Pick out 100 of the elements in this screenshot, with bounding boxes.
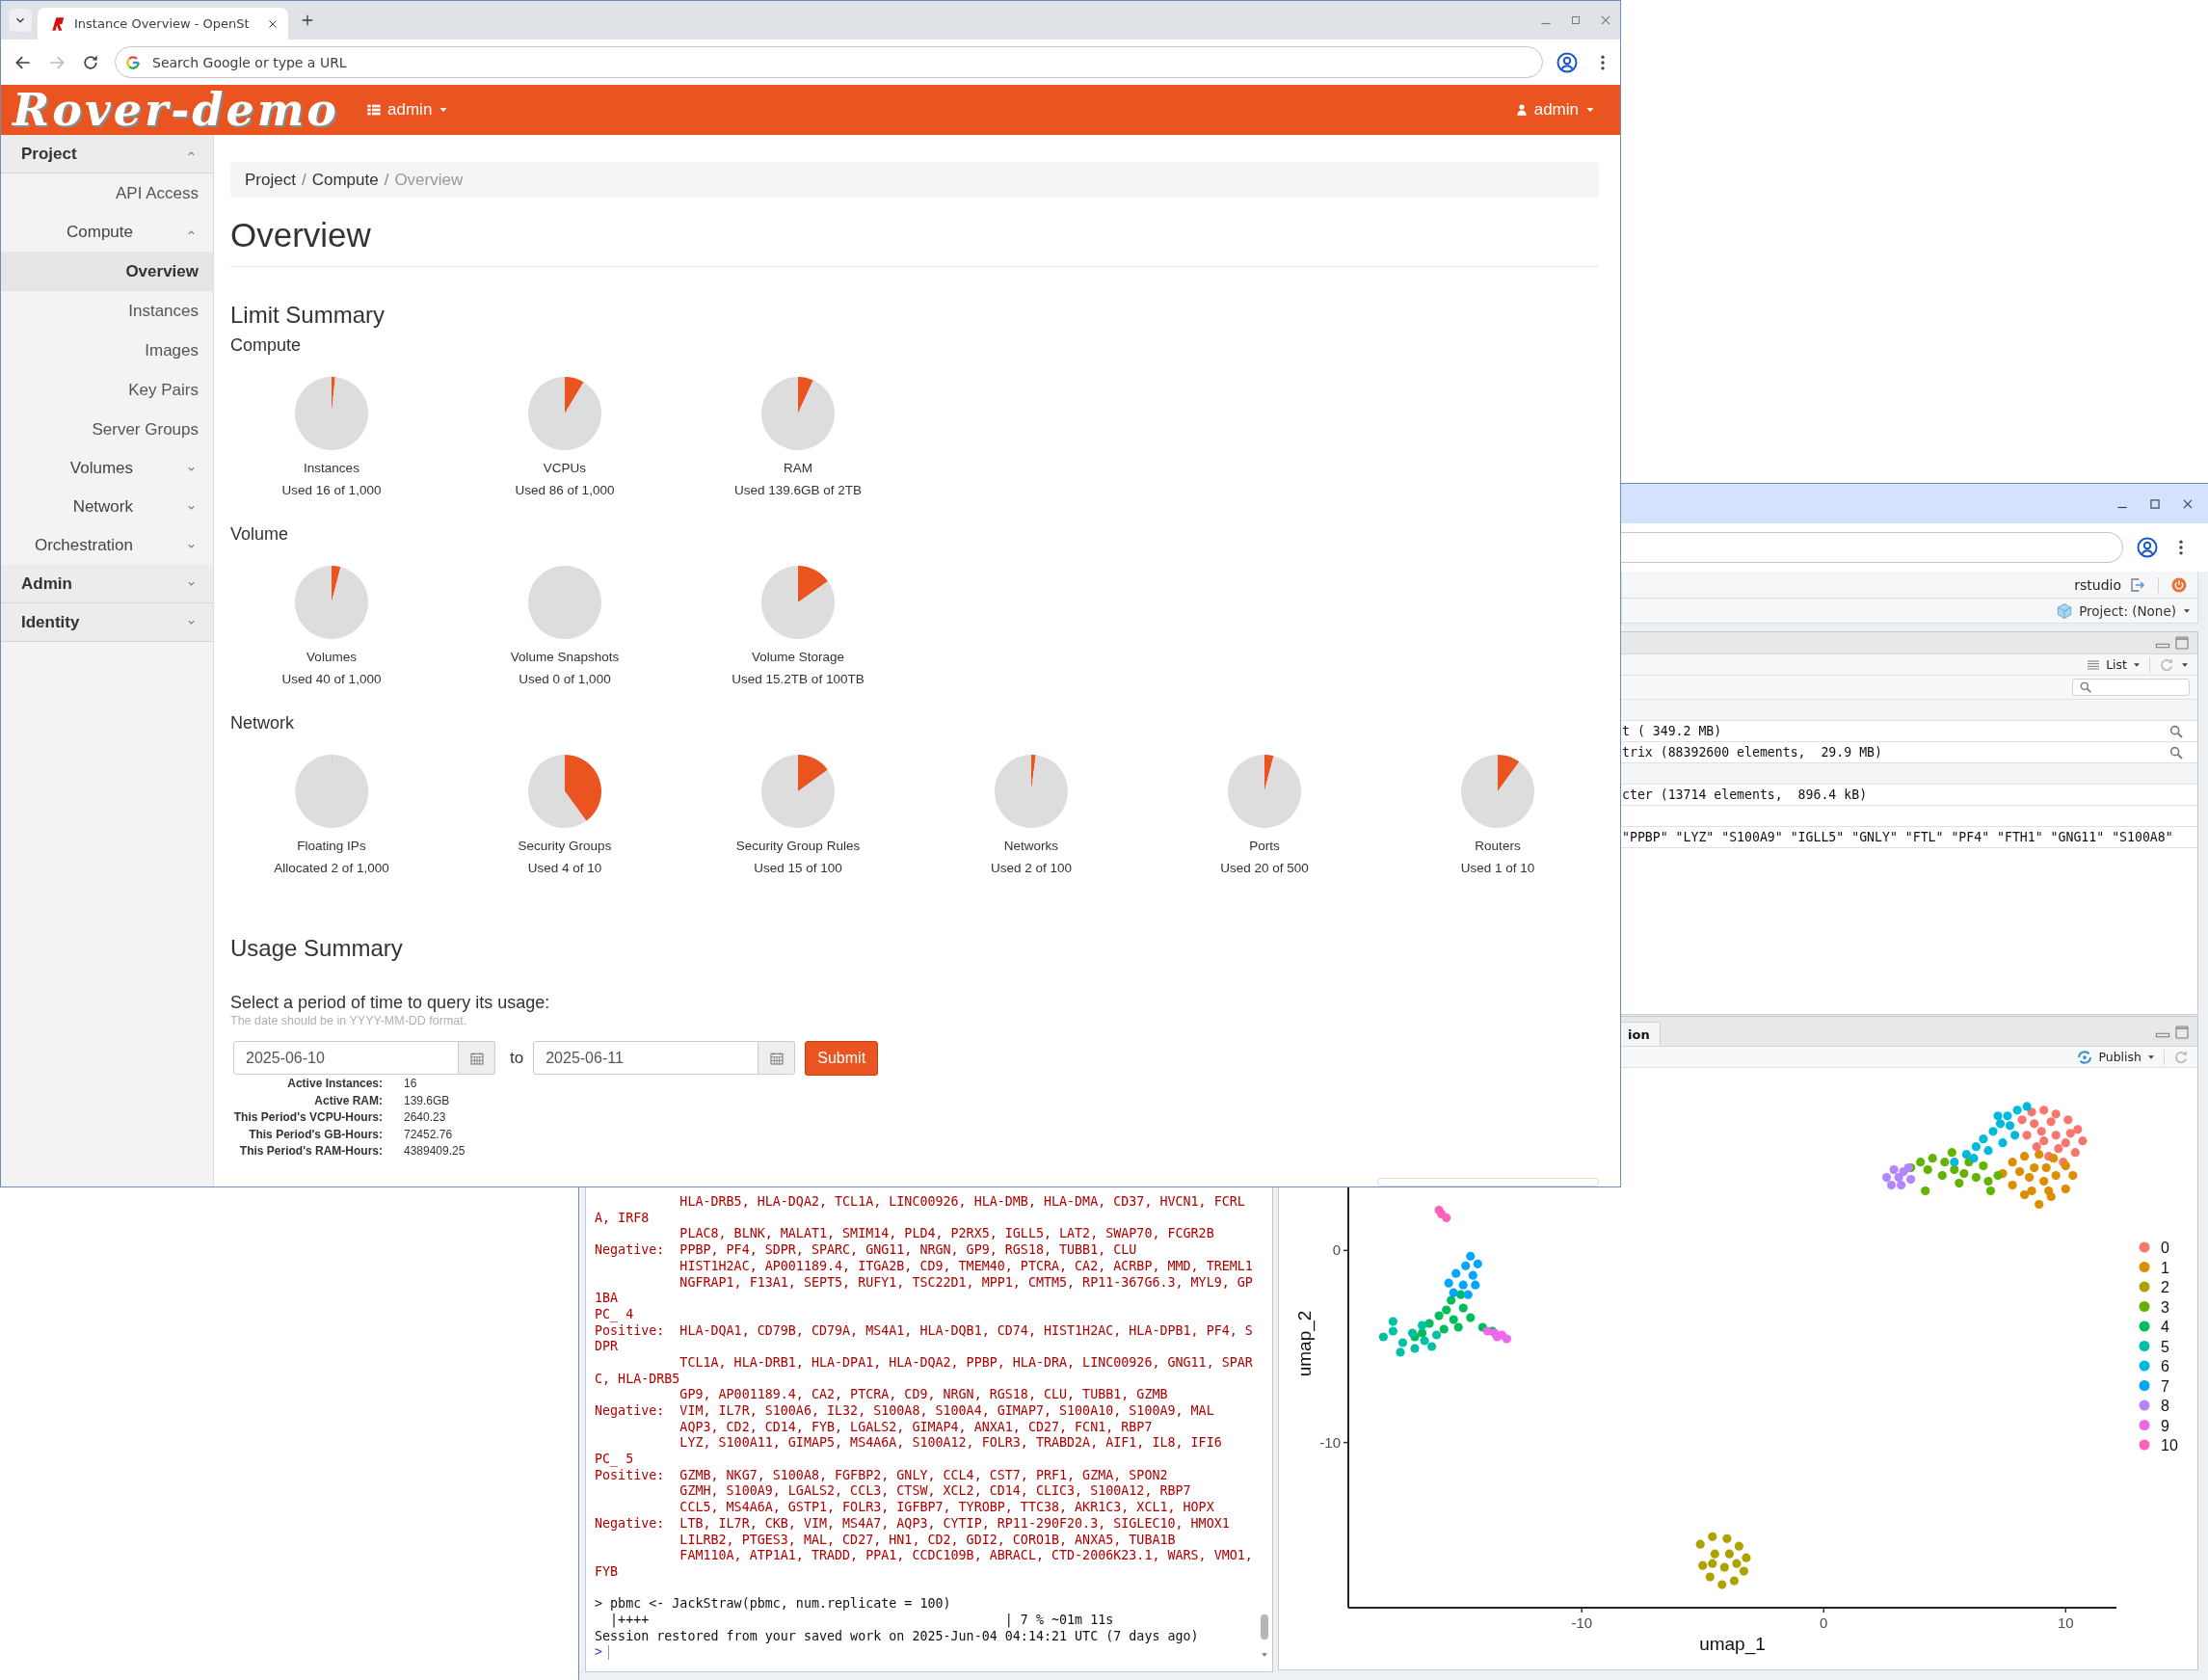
- meter-usage: Used 86 of 1,000: [515, 483, 615, 498]
- axis-title: umap_2: [1294, 1310, 1315, 1377]
- stat-label: This Period's VCPU-Hours:: [232, 1109, 383, 1126]
- console-line: NGFRAP1, F13A1, SEPT5, RUFY1, TSC22D1, MPP1, CMTM5, RP11-367G6.3, MYL9, GP: [678, 1274, 1254, 1292]
- inspect-icon[interactable]: [2168, 744, 2184, 760]
- meter-label: Volumes: [306, 650, 357, 665]
- maximize-pane-icon[interactable]: [2174, 635, 2190, 651]
- console-line: FAM110A, ATP1A1, TRADD, PPA1, CCDC109B, ABRACL, CTD-2006K23.1, WARS, VMO1,: [678, 1548, 1254, 1564]
- favicon-icon: [51, 15, 67, 32]
- meter-usage: Used 139.6GB of 2TB: [733, 483, 863, 498]
- search-field[interactable]: [2072, 679, 2190, 696]
- group-heading: Network: [230, 712, 295, 733]
- axis-tick-label: 0: [1820, 1614, 1828, 1631]
- prompt-symbol: >: [595, 1644, 603, 1661]
- date-field[interactable]: 2025-06-11: [533, 1041, 759, 1075]
- sidebar-group[interactable]: Volumes: [1, 449, 213, 488]
- search-icon: [2079, 680, 2092, 694]
- variable-summary: cter (13714 elements, 896.4 kB): [1622, 787, 1869, 802]
- close-icon[interactable]: [267, 17, 279, 30]
- project-menu[interactable]: admin: [366, 100, 450, 120]
- cube-icon: [2056, 601, 2074, 620]
- meter-label: Security Groups: [518, 839, 612, 854]
- date-field[interactable]: 2025-06-10: [233, 1041, 459, 1075]
- stat-value: 139.6GB: [404, 1092, 451, 1109]
- stat-value: 4389409.25: [404, 1143, 466, 1160]
- console-line: HIST1H2AC, AP001189.4, ITGA2B, CD9, TMEM40, PTCRA, CA2, ACRBP, MMD, TREML1: [678, 1258, 1254, 1275]
- sidebar-section[interactable]: Identity: [1, 603, 213, 642]
- legend-label: 6: [2161, 1358, 2169, 1374]
- sidebar-group[interactable]: Orchestration: [1, 526, 213, 565]
- new-tab-icon[interactable]: [300, 13, 315, 28]
- browser-tab[interactable]: Instance Overview - OpenSt: [38, 8, 288, 40]
- sidebar-group[interactable]: Network: [1, 488, 213, 526]
- meter-usage: Used 15.2TB of 100TB: [732, 672, 865, 687]
- calendar-button[interactable]: [459, 1041, 495, 1075]
- console-line: AQP3, CD2, CD14, FYB, LGALS2, GIMAP4, ANXA1, CD27, FCN1, RBP7: [678, 1419, 1154, 1436]
- maximize-icon[interactable]: [1570, 14, 1582, 26]
- sidebar-group[interactable]: Compute: [1, 213, 213, 252]
- legend-label: 0: [2161, 1240, 2169, 1256]
- form-label: Select a period of time to query its usage:: [230, 992, 551, 1013]
- legend-label: 8: [2161, 1398, 2169, 1414]
- axis-tick-label: -10: [1571, 1614, 1593, 1631]
- console-line: HLA-DRB5, HLA-DQA2, TCL1A, LINC00926, HLA-DMB, HLA-DMA, CD37, HVCN1, FCRL: [678, 1194, 1246, 1211]
- publish-button[interactable]: Publish: [2076, 1048, 2156, 1066]
- meter-label: Instances: [304, 461, 359, 476]
- meter-label: VCPUs: [543, 461, 587, 476]
- console-line: GZMH, S100A9, LGALS2, CCL3, CTSW, XCL2, CD14, CLIC3, S100A12, RBP7: [678, 1483, 1192, 1501]
- user-menu[interactable]: admin: [1514, 100, 1596, 120]
- stat-label: Active RAM:: [313, 1092, 383, 1109]
- maximize-pane-icon[interactable]: [2174, 1025, 2190, 1040]
- legend-label: 1: [2161, 1259, 2169, 1276]
- variable-summary: trix (88392600 elements, 29.9 MB): [1622, 745, 1883, 760]
- account-icon[interactable]: [1556, 50, 1579, 74]
- stat-value: 72452.76: [404, 1126, 454, 1143]
- legend-label: 10: [2161, 1437, 2178, 1453]
- calendar-button[interactable]: [758, 1041, 796, 1075]
- sidebar-section[interactable]: Project: [1, 135, 213, 173]
- console-line: Session restored from your saved work on 2025-Jun-04 04:14:21 UTC (7 days ago): [595, 1628, 1200, 1645]
- pane-tab[interactable]: ion: [1621, 1022, 1661, 1046]
- publish-icon: [2076, 1048, 2094, 1066]
- account-icon[interactable]: [2136, 536, 2159, 559]
- submit-button[interactable]: Submit: [805, 1040, 879, 1076]
- console-line: Negative: VIM, IL7R, S100A6, IL32, S100A8, S100A4, GIMAP7, S100A10, S100A9, MAL: [595, 1403, 1215, 1420]
- meter-label: Volume Snapshots: [510, 650, 620, 665]
- console-line: DPR: [595, 1339, 620, 1355]
- stat-value: 2640.23: [404, 1109, 447, 1126]
- logo[interactable]: Rover-demo: [13, 85, 340, 135]
- legend-label: 9: [2161, 1417, 2169, 1434]
- sidebar-item[interactable]: Instances: [1, 291, 213, 331]
- breadcrumb-link[interactable]: Compute: [311, 170, 379, 190]
- multicolor-g-icon: [124, 53, 142, 71]
- sign-out-icon[interactable]: [2129, 575, 2146, 594]
- power-icon[interactable]: [2170, 575, 2188, 594]
- stat-label: Active Instances:: [286, 1076, 383, 1092]
- sidebar-item[interactable]: Server Groups: [1, 410, 213, 449]
- sidebar-item[interactable]: Overview: [1, 252, 213, 291]
- sidebar-item[interactable]: API Access: [1, 173, 213, 213]
- project-menu[interactable]: Project: (None): [2056, 601, 2192, 620]
- sidebar-item[interactable]: Key Pairs: [1, 370, 213, 410]
- sidebar-item[interactable]: Images: [1, 331, 213, 370]
- maximize-icon[interactable]: [2148, 496, 2162, 511]
- view-menu[interactable]: List: [2086, 656, 2141, 673]
- meter-label: Ports: [1249, 839, 1280, 854]
- console-line: C, HLA-DRB5: [595, 1371, 681, 1388]
- sidebar-section[interactable]: Admin: [1, 565, 213, 603]
- console-line: 1BA: [595, 1291, 620, 1307]
- breadcrumb-separator: /: [301, 170, 306, 190]
- console-line: CCL5, MS4A6A, GSTP1, FOLR3, IGFBP7, TYROBP, TTC38, AKR1C3, XCL1, HOPX: [678, 1500, 1215, 1516]
- breadcrumb-link[interactable]: Project: [245, 170, 296, 190]
- scrollbar-thumb[interactable]: [1261, 1614, 1268, 1640]
- calendar-icon: [768, 1050, 785, 1066]
- console-line: LYZ, S100A11, GIMAP5, MS4A6A, S100A12, FOLR3, TRABD2A, AIF1, IL8, IFI6: [678, 1435, 1223, 1453]
- chevron-down-icon[interactable]: [9, 9, 32, 32]
- meter-usage: Used 2 of 100: [990, 861, 1073, 876]
- variable-summary: t ( 349.2 MB): [1622, 724, 1723, 738]
- meter-label: Floating IPs: [297, 839, 366, 854]
- console-line: PC_ 4: [595, 1306, 635, 1323]
- inspect-icon[interactable]: [2168, 723, 2184, 739]
- console-line: Positive: HLA-DQA1, CD79B, CD79A, MS4A1, HLA-DQB1, CD74, HIST1H2AC, HLA-DPB1, PF4, S: [595, 1322, 1254, 1340]
- page-title: Overview: [230, 216, 372, 254]
- meter-label: Volume Storage: [751, 650, 845, 665]
